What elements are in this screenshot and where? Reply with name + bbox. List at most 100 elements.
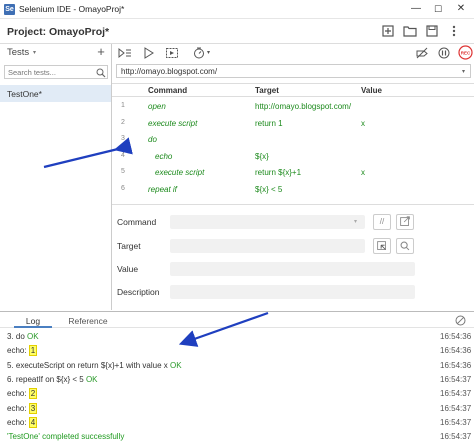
row-command: do	[148, 135, 157, 145]
log-line: echo: 2 16:54:37	[0, 387, 474, 401]
log-panel: Log Reference 3. do OK 16:54:36 echo: 1 16:…	[0, 311, 474, 444]
log-text: echo:	[7, 403, 29, 413]
row-number: 3	[121, 135, 125, 143]
description-input[interactable]	[170, 285, 415, 299]
speed-chevron-down-icon[interactable]: ▾	[207, 49, 210, 56]
minimize-button[interactable]: —	[405, 2, 427, 16]
open-reference-icon[interactable]	[396, 214, 414, 230]
record-icon[interactable]: REC	[458, 45, 473, 60]
value-label: Value	[117, 264, 139, 274]
row-target: ${x}	[255, 151, 269, 161]
command-label: Command	[117, 217, 157, 227]
project-title: Project: OmayoProj*	[7, 26, 110, 38]
log-success-message: 'TestOne' completed successfully	[7, 432, 125, 442]
chevron-down-icon[interactable]: ▾	[354, 218, 357, 225]
log-message: 'TestOne' completed successfully	[7, 432, 124, 441]
command-row[interactable]: 4 echo ${x}	[112, 148, 474, 165]
log-ok-status: OK	[85, 374, 98, 384]
search-box[interactable]	[4, 65, 108, 79]
comment-toggle-button[interactable]: //	[373, 214, 391, 230]
log-message: echo: 1	[7, 345, 38, 357]
command-row[interactable]: 5 execute script return ${x}+1 x	[112, 164, 474, 181]
log-timestamp: 16:54:37	[440, 417, 472, 427]
tests-sidebar: Tests ▾ + TestOne*	[0, 44, 112, 310]
test-list-item[interactable]: TestOne*	[0, 85, 111, 102]
command-editor-form: Command ▾ // Target Value Description	[112, 204, 474, 309]
row-target: return ${x}+1	[255, 168, 302, 178]
row-value: x	[361, 118, 365, 128]
log-timestamp: 16:54:36	[440, 346, 472, 356]
new-project-icon[interactable]	[380, 23, 396, 39]
row-target: return 1	[255, 118, 283, 128]
log-message: echo: 2	[7, 388, 38, 400]
add-test-button[interactable]: +	[95, 44, 107, 60]
project-bar: Project: OmayoProj*	[0, 19, 474, 44]
tab-log[interactable]: Log	[14, 312, 52, 328]
command-row[interactable]: 2 execute script return 1 x	[112, 115, 474, 132]
row-command: execute script	[155, 168, 205, 178]
log-line: 5. executeScript on return ${x}+1 with v…	[0, 359, 474, 373]
log-text: 3. do	[7, 332, 28, 341]
value-column-header: Value	[361, 86, 382, 95]
row-command: open	[148, 102, 166, 111]
run-all-tests-icon[interactable]	[118, 47, 132, 59]
test-item-label: TestOne*	[7, 89, 42, 99]
tests-dropdown-label[interactable]: Tests	[7, 47, 29, 58]
log-timestamp: 16:54:37	[440, 403, 472, 413]
log-text: echo:	[7, 346, 29, 356]
log-message: echo: 3	[7, 402, 38, 414]
log-text: 5. executeScript on return ${x}+1 with v…	[7, 360, 170, 370]
search-tests-input[interactable]	[8, 68, 94, 77]
close-button[interactable]: ✕	[450, 2, 472, 16]
log-line: echo: 1 16:54:36	[0, 344, 474, 358]
log-message: 3. do OK	[7, 332, 39, 341]
row-number: 6	[121, 185, 125, 192]
chevron-down-icon[interactable]: ▾	[33, 49, 36, 56]
row-number: 1	[121, 102, 125, 109]
find-target-icon[interactable]	[396, 238, 414, 254]
command-row[interactable]: 3 do	[112, 131, 474, 148]
log-text: echo:	[7, 417, 29, 427]
log-timestamp: 16:54:37	[440, 432, 472, 442]
target-input[interactable]	[170, 239, 365, 253]
log-tabs: Log Reference	[0, 312, 474, 328]
command-input[interactable]: ▾	[170, 215, 365, 229]
row-number: 2	[121, 118, 125, 126]
editor-toolbar: ▾ REC	[112, 44, 474, 62]
base-url-select[interactable]: http://omayo.blogspot.com/ ▾	[116, 64, 471, 78]
row-number: 4	[121, 151, 125, 159]
save-project-icon[interactable]	[424, 23, 440, 39]
log-message: 6. repeatIf on ${x} < 5 OK	[7, 375, 98, 384]
row-target: http://omayo.blogspot.com/	[255, 102, 352, 111]
row-target: ${x} < 5	[255, 185, 283, 194]
select-target-icon[interactable]	[373, 238, 391, 254]
more-options-icon[interactable]	[446, 23, 462, 39]
row-value: x	[361, 168, 365, 178]
pause-on-exceptions-icon[interactable]	[437, 47, 451, 59]
search-icon	[96, 68, 106, 78]
run-current-test-icon[interactable]	[142, 47, 156, 59]
maximize-button[interactable]: ☐	[427, 2, 449, 16]
log-line: 3. do OK 16:54:36	[0, 330, 474, 344]
open-project-icon[interactable]	[402, 23, 418, 39]
command-row[interactable]: 6 repeat if ${x} < 5	[112, 181, 474, 198]
log-line: echo: 4 16:54:37	[0, 416, 474, 430]
row-number: 5	[121, 168, 125, 176]
log-text: echo:	[7, 389, 29, 399]
log-message: echo: 4	[7, 416, 38, 428]
log-timestamp: 16:54:37	[440, 374, 472, 384]
target-label: Target	[117, 241, 141, 251]
clear-log-icon[interactable]	[455, 315, 466, 326]
step-over-icon[interactable]	[165, 47, 179, 59]
chevron-down-icon[interactable]: ▾	[462, 68, 465, 75]
highlighted-echo-value: 2	[28, 388, 38, 400]
command-row[interactable]: 1 open http://omayo.blogspot.com/	[112, 98, 474, 115]
log-message: 5. executeScript on return ${x}+1 with v…	[7, 361, 182, 370]
value-input[interactable]	[170, 262, 415, 276]
disable-breakpoints-icon[interactable]	[415, 47, 429, 59]
tests-header: Tests ▾ +	[0, 44, 112, 62]
tab-reference[interactable]: Reference	[58, 312, 118, 328]
test-speed-icon[interactable]	[192, 47, 206, 59]
log-line: 'TestOne' completed successfully 16:54:37	[0, 430, 474, 444]
log-line: echo: 3 16:54:37	[0, 402, 474, 416]
